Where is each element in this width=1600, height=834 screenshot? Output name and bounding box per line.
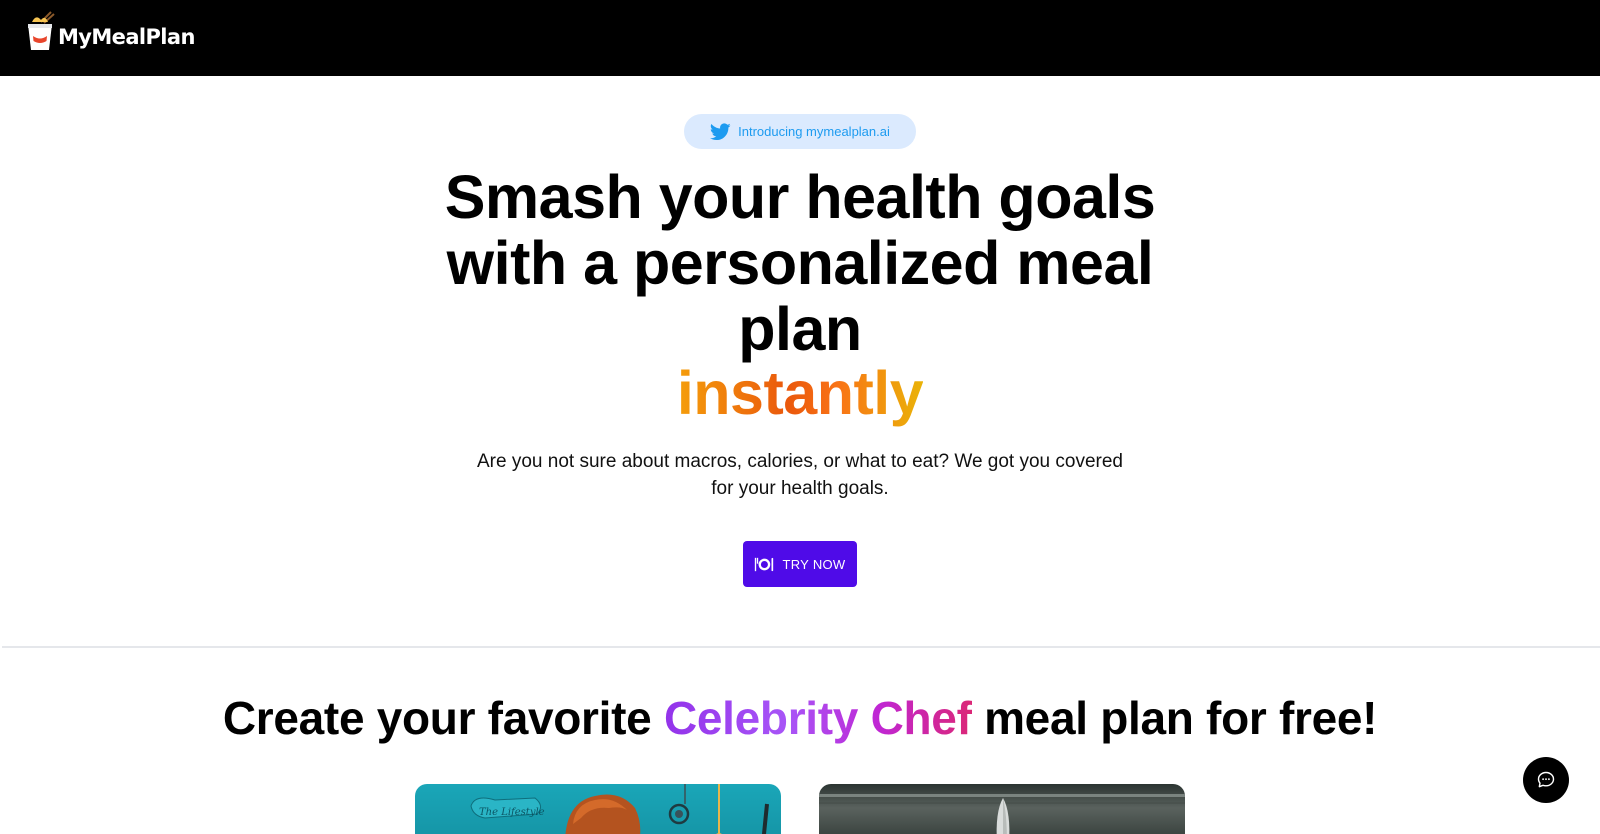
- chef-portrait-image: The Lifestyle: [470, 784, 769, 834]
- top-nav-bar: MyMealPlan: [0, 0, 1600, 76]
- chef-card-2[interactable]: [819, 784, 1185, 834]
- announcement-pill[interactable]: Introducing mymealplan.ai: [684, 114, 916, 149]
- section-divider: [2, 646, 1600, 648]
- kitchen-knife-image: [819, 794, 1185, 834]
- card-badge-text: The Lifestyle: [479, 807, 545, 818]
- try-now-button[interactable]: TRY NOW: [743, 541, 857, 587]
- section-title-before: Create your favorite: [222, 692, 652, 744]
- plate-cutlery-icon: [755, 557, 774, 571]
- hero-headline: Smash your health goals with a personali…: [400, 164, 1200, 362]
- brand-home-link[interactable]: MyMealPlan: [24, 10, 195, 54]
- headline-line-1: Smash your health goals: [444, 163, 1156, 231]
- headline-line-3: plan: [738, 295, 862, 363]
- highlight-word: instantly: [676, 359, 924, 427]
- brand-name: MyMealPlan: [58, 25, 195, 49]
- try-now-label: TRY NOW: [782, 556, 846, 572]
- celebrity-chef-heading: Create your favorite Celebrity Chef meal…: [0, 690, 1600, 746]
- section-title-highlight: Celebrity Chef: [663, 692, 972, 744]
- section-title-after: meal plan for free!: [984, 692, 1378, 744]
- hero-section: Introducing mymealplan.ai Smash your hea…: [0, 76, 1600, 646]
- chat-widget-button[interactable]: [1523, 757, 1569, 803]
- hero-subtext: Are you not sure about macros, calories,…: [477, 451, 1123, 499]
- chef-card-1[interactable]: The Lifestyle: [415, 784, 781, 834]
- headline-highlight: instantly: [400, 360, 1200, 426]
- announcement-text: Introducing mymealplan.ai: [738, 124, 890, 139]
- headline-line-2: with a personalized meal: [446, 229, 1154, 297]
- twitter-bird-icon: [710, 122, 731, 140]
- chat-bubble-icon: [1537, 771, 1555, 788]
- noodle-box-icon: [28, 11, 55, 50]
